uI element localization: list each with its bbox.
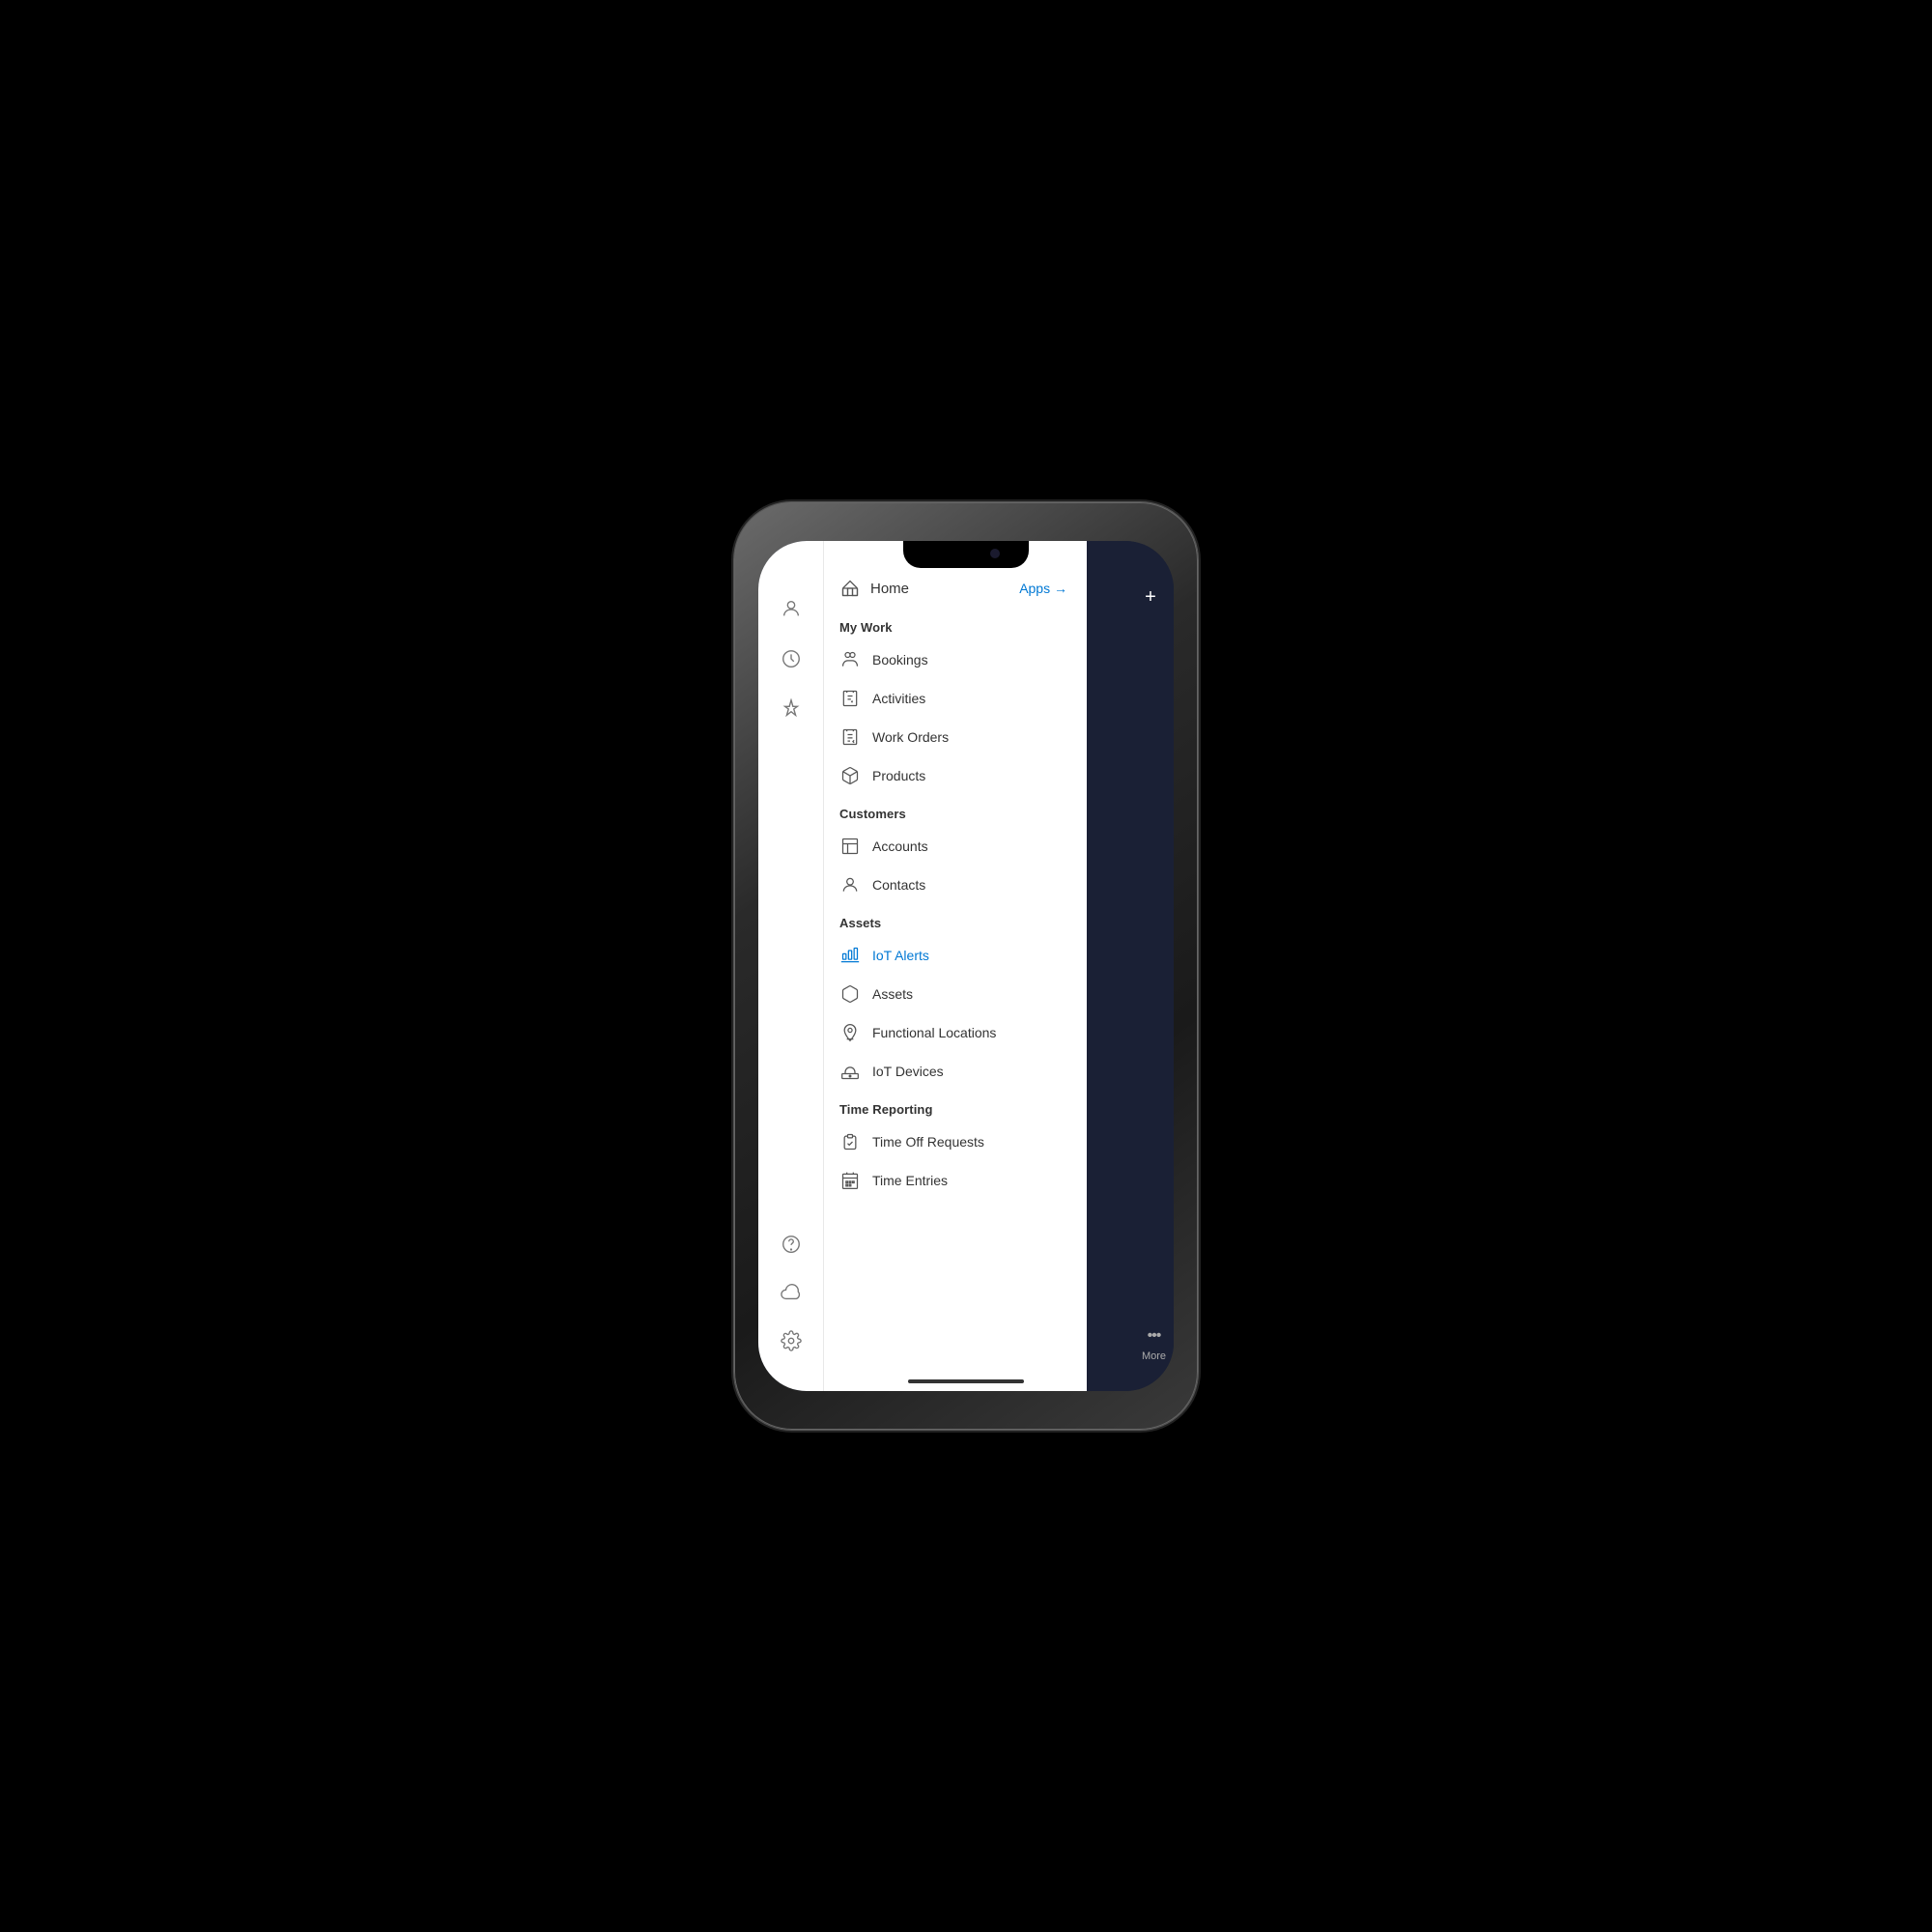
notch xyxy=(903,541,1029,568)
functional-locations-label: Functional Locations xyxy=(872,1025,996,1040)
nav-item-work-orders[interactable]: Work Orders xyxy=(824,718,1087,756)
bookings-label: Bookings xyxy=(872,652,928,668)
iot-devices-icon xyxy=(839,1061,861,1082)
accounts-label: Accounts xyxy=(872,838,928,854)
assets-icon xyxy=(839,983,861,1005)
nav-item-products[interactable]: Products xyxy=(824,756,1087,795)
camera xyxy=(990,549,1000,558)
iot-devices-label: IoT Devices xyxy=(872,1064,944,1079)
pin-icon[interactable] xyxy=(770,688,812,730)
time-entries-icon xyxy=(839,1170,861,1191)
help-icon[interactable] xyxy=(770,1223,812,1265)
products-label: Products xyxy=(872,768,925,783)
activities-icon xyxy=(839,688,861,709)
person-icon[interactable] xyxy=(770,587,812,630)
contacts-label: Contacts xyxy=(872,877,925,893)
screen: Home Apps → My Work Bookings xyxy=(758,541,1174,1391)
nav-item-bookings[interactable]: Bookings xyxy=(824,640,1087,679)
phone-frame: Home Apps → My Work Bookings xyxy=(734,502,1198,1430)
cloud-icon[interactable] xyxy=(770,1271,812,1314)
time-reporting-section: Time Reporting xyxy=(824,1091,1087,1122)
work-orders-icon xyxy=(839,726,861,748)
nav-item-assets[interactable]: Assets xyxy=(824,975,1087,1013)
settings-icon[interactable] xyxy=(770,1320,812,1362)
assets-section: Assets xyxy=(824,904,1087,936)
contacts-icon xyxy=(839,874,861,895)
nav-item-contacts[interactable]: Contacts xyxy=(824,866,1087,904)
add-button[interactable]: + xyxy=(1137,583,1164,611)
work-orders-label: Work Orders xyxy=(872,729,949,745)
home-bar xyxy=(908,1379,1024,1383)
home-icon xyxy=(839,578,861,599)
phone-screen: Home Apps → My Work Bookings xyxy=(758,541,1174,1391)
products-icon xyxy=(839,765,861,786)
more-label[interactable]: More xyxy=(1142,1350,1166,1362)
my-work-section: My Work xyxy=(824,609,1087,640)
nav-item-iot-devices[interactable]: IoT Devices xyxy=(824,1052,1087,1091)
time-off-requests-label: Time Off Requests xyxy=(872,1134,984,1150)
time-off-requests-icon xyxy=(839,1131,861,1152)
nav-item-iot-alerts[interactable]: IoT Alerts xyxy=(824,936,1087,975)
home-label: Home xyxy=(870,581,909,597)
time-entries-label: Time Entries xyxy=(872,1173,948,1188)
assets-label: Assets xyxy=(872,986,913,1002)
accounts-icon xyxy=(839,836,861,857)
nav-menu: Home Apps → My Work Bookings xyxy=(824,541,1087,1391)
activities-label: Activities xyxy=(872,691,925,706)
right-panel: + ••• More xyxy=(1087,541,1174,1391)
clock-icon[interactable] xyxy=(770,638,812,680)
nav-item-functional-locations[interactable]: Functional Locations xyxy=(824,1013,1087,1052)
nav-item-activities[interactable]: Activities xyxy=(824,679,1087,718)
more-dots-icon: ••• xyxy=(1148,1327,1161,1345)
home-row: Home Apps → xyxy=(824,572,1087,605)
iot-alerts-icon xyxy=(839,945,861,966)
iot-alerts-label: IoT Alerts xyxy=(872,948,929,963)
home-nav-item[interactable]: Home xyxy=(839,578,909,599)
nav-item-accounts[interactable]: Accounts xyxy=(824,827,1087,866)
bookings-icon xyxy=(839,649,861,670)
nav-item-time-off-requests[interactable]: Time Off Requests xyxy=(824,1122,1087,1161)
functional-locations-icon xyxy=(839,1022,861,1043)
customers-section: Customers xyxy=(824,795,1087,827)
nav-item-time-entries[interactable]: Time Entries xyxy=(824,1161,1087,1200)
apps-link[interactable]: Apps → xyxy=(1019,581,1067,596)
sidebar xyxy=(758,541,824,1391)
